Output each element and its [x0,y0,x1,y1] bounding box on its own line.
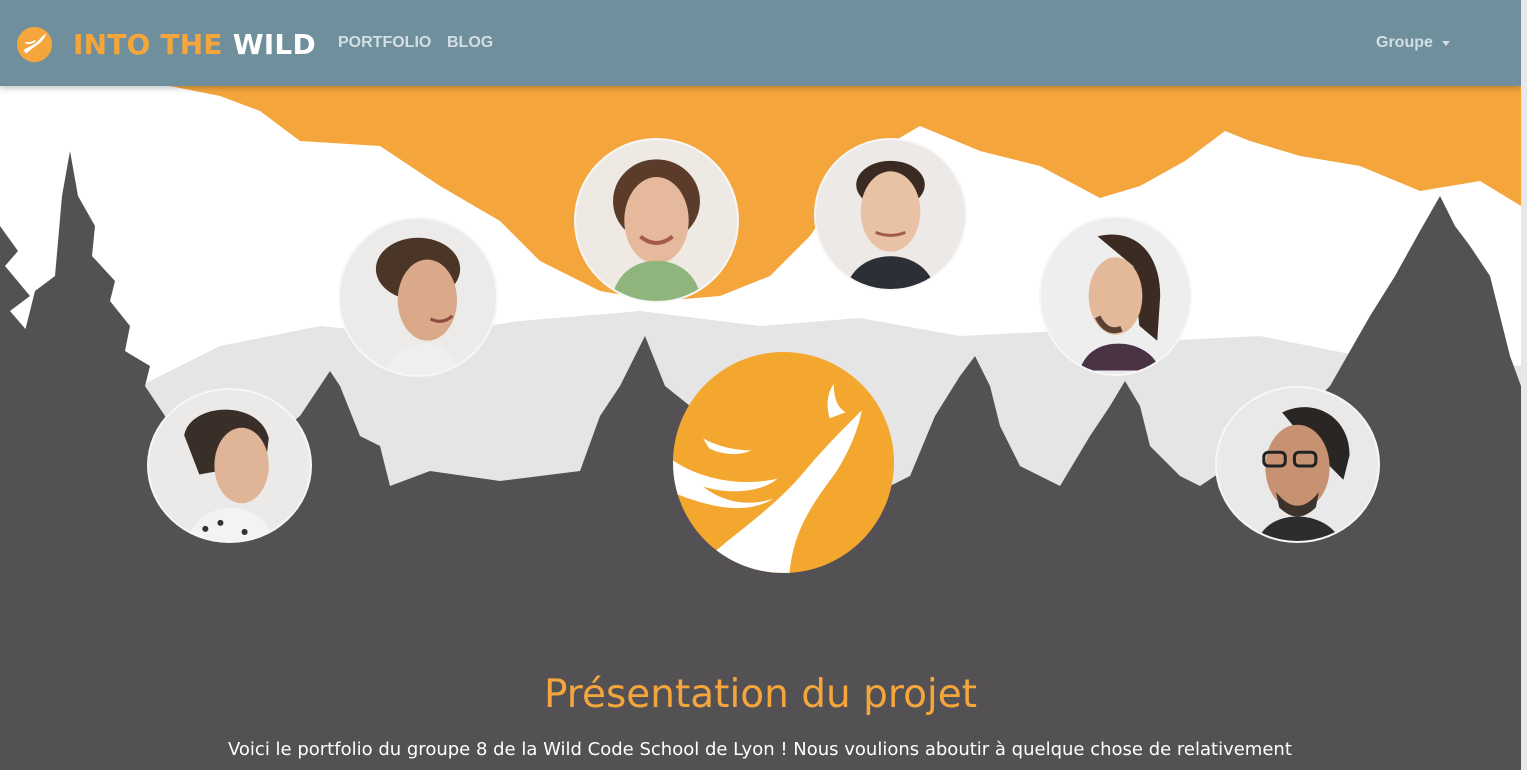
member-avatar-6[interactable] [1215,386,1380,543]
member-photo [1221,388,1374,541]
deer-emblem-icon [673,352,894,573]
member-avatar-5[interactable] [147,388,312,543]
brand-wild: WILD [232,27,316,61]
member-photo [1041,221,1190,371]
brand-into-the: INTO THE [73,27,223,61]
hero-banner [0,86,1521,770]
scrollbar[interactable] [1521,0,1527,770]
section-intro-text: Voici le portfolio du groupe 8 de la Wil… [228,739,1292,760]
deer-logo-icon [16,26,53,62]
groupe-dropdown[interactable]: Groupe [1376,34,1450,52]
section-title: Présentation du projet [543,672,978,717]
brand[interactable]: INTO THE WILD [16,22,316,66]
member-photo [576,140,737,301]
member-avatar-4[interactable] [1039,216,1192,376]
member-photo [340,219,496,375]
navbar: INTO THE WILD PORTFOLIO BLOG Groupe [0,0,1521,86]
nav-portfolio[interactable]: PORTFOLIO [338,34,431,52]
member-photo [154,390,305,541]
member-avatar-1[interactable] [574,138,739,303]
brand-name: INTO THE WILD [73,28,316,61]
member-photo [816,140,965,289]
chevron-down-icon [1441,40,1450,46]
nav-blog[interactable]: BLOG [447,34,493,52]
groupe-dropdown-label: Groupe [1376,34,1433,51]
member-avatar-3[interactable] [338,217,498,377]
member-avatar-2[interactable] [814,138,967,291]
